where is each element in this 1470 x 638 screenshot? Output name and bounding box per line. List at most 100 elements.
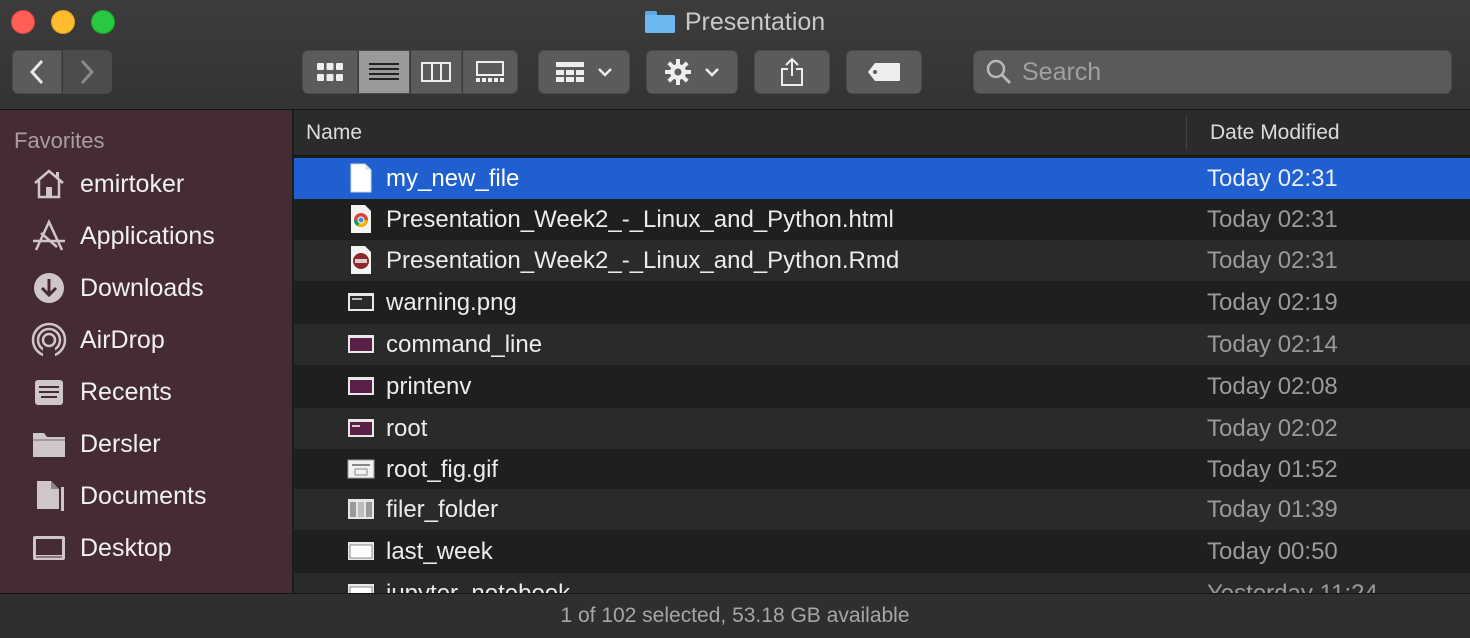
forward-button[interactable] [62,50,112,94]
gallery-icon [476,61,504,82]
file-row[interactable]: warning.png Today 02:19 [294,282,1470,323]
sidebar-item-airdrop[interactable]: AirDrop [30,320,165,360]
image-thumbnail-icon [346,286,376,318]
list-view-button[interactable] [358,50,410,94]
file-name: warning.png [386,289,517,316]
image-thumbnail-icon [346,412,376,444]
search-field[interactable] [973,50,1452,94]
home-icon [30,165,68,203]
file-name: root_fig.gif [386,456,499,483]
group-by-button[interactable] [538,50,630,94]
status-text: 1 of 102 selected, 53.18 GB available [560,604,910,627]
sidebar-item-label: Applications [80,221,215,250]
tag-icon [868,63,900,81]
blank-document-icon [346,162,376,194]
sidebar-item-label: Documents [80,481,207,510]
tags-button[interactable] [846,50,922,94]
sidebar-heading-favorites: Favorites [14,128,105,153]
column-header: Name Date Modified [294,110,1470,156]
column-view-button[interactable] [410,50,462,94]
window-title-text: Presentation [684,7,826,36]
group-control [538,50,630,94]
sidebar-item-home[interactable]: emirtoker [30,164,184,204]
documents-icon [30,477,68,515]
sidebar-item-label: Dersler [80,429,161,458]
icon-view-button[interactable] [302,50,358,94]
grid-icon [317,63,343,81]
gallery-view-button[interactable] [462,50,518,94]
recents-icon [30,373,68,411]
file-row[interactable]: root_fig.gif Today 01:52 [294,449,1470,490]
airdrop-icon [30,321,68,359]
file-row[interactable]: last_week Today 00:50 [294,531,1470,572]
file-date: Today 02:02 [1207,415,1338,442]
chevron-right-icon [80,59,95,85]
date-modified-column-header[interactable]: Date Modified [1210,121,1340,145]
search-input[interactable] [1022,57,1422,87]
sidebar-item-label: emirtoker [80,169,185,198]
sidebar-item-label: Desktop [80,533,172,562]
desktop-icon [30,529,68,567]
file-row[interactable]: root Today 02:02 [294,408,1470,449]
toolbar: Presentation [0,0,1470,110]
file-date: Today 02:14 [1207,331,1338,358]
finder-window: Presentation Search Favorites emirtoker … [0,0,1470,638]
file-name: root [386,415,428,442]
file-row[interactable]: command_line Today 02:14 [294,324,1470,365]
columns-icon [421,62,451,82]
applications-icon [30,217,68,255]
list-icon [369,63,399,80]
sidebar-item-documents[interactable]: Documents [30,476,206,516]
file-date: Today 01:52 [1207,456,1338,483]
image-thumbnail-icon [346,453,376,485]
column-divider[interactable] [1186,116,1187,150]
sidebar: Favorites emirtoker Applications Downloa… [0,110,293,593]
image-thumbnail-icon [346,328,376,360]
chevron-down-icon [705,68,719,77]
file-row[interactable]: jupyter_notebook Yesterday 11:24 [294,573,1470,593]
view-mode-control [302,50,518,94]
download-icon [30,269,68,307]
file-date: Today 02:31 [1207,206,1338,233]
gear-icon [665,59,691,85]
image-thumbnail-icon [346,535,376,567]
window-title: Presentation [0,6,1470,38]
file-name: filer_folder [386,496,499,523]
file-row[interactable]: Presentation_Week2_-_Linux_and_Python.ht… [294,199,1470,240]
sidebar-item-label: AirDrop [80,325,165,354]
sidebar-item-applications[interactable]: Applications [30,216,215,256]
name-column-header[interactable]: Name [306,121,362,145]
back-button[interactable] [12,50,62,94]
file-list: Name Date Modified my_new_file Today 02:… [294,110,1470,593]
image-thumbnail-icon [346,493,376,525]
action-button[interactable] [646,50,738,94]
tags-control [846,50,922,94]
sidebar-item-label: Downloads [80,273,204,302]
file-name: jupyter_notebook [386,580,570,593]
rmd-file-icon [346,244,376,276]
file-name: my_new_file [386,165,520,192]
sidebar-item-recents[interactable]: Recents [30,372,172,412]
sidebar-item-desktop[interactable]: Desktop [30,528,172,568]
folder-icon [644,11,675,33]
status-bar: 1 of 102 selected, 53.18 GB available [0,593,1470,638]
share-icon [781,57,803,86]
file-row[interactable]: Presentation_Week2_-_Linux_and_Python.Rm… [294,240,1470,281]
chevron-down-icon [598,68,612,77]
image-thumbnail-icon [346,370,376,402]
folder-icon [30,425,68,463]
sidebar-item-downloads[interactable]: Downloads [30,268,204,308]
file-date: Today 02:08 [1207,373,1338,400]
file-row[interactable]: my_new_file Today 02:31 [294,158,1470,199]
file-date: Yesterday 11:24 [1207,580,1378,593]
sidebar-item-dersler[interactable]: Dersler [30,424,161,464]
file-name: printenv [386,373,472,400]
file-date: Today 02:31 [1207,165,1338,192]
file-name: last_week [386,538,493,565]
image-thumbnail-icon [346,577,376,593]
file-row[interactable]: printenv Today 02:08 [294,366,1470,407]
chevron-left-icon [29,59,44,85]
share-button[interactable] [754,50,830,94]
file-name: command_line [386,331,543,358]
file-row[interactable]: filer_folder Today 01:39 [294,489,1470,530]
